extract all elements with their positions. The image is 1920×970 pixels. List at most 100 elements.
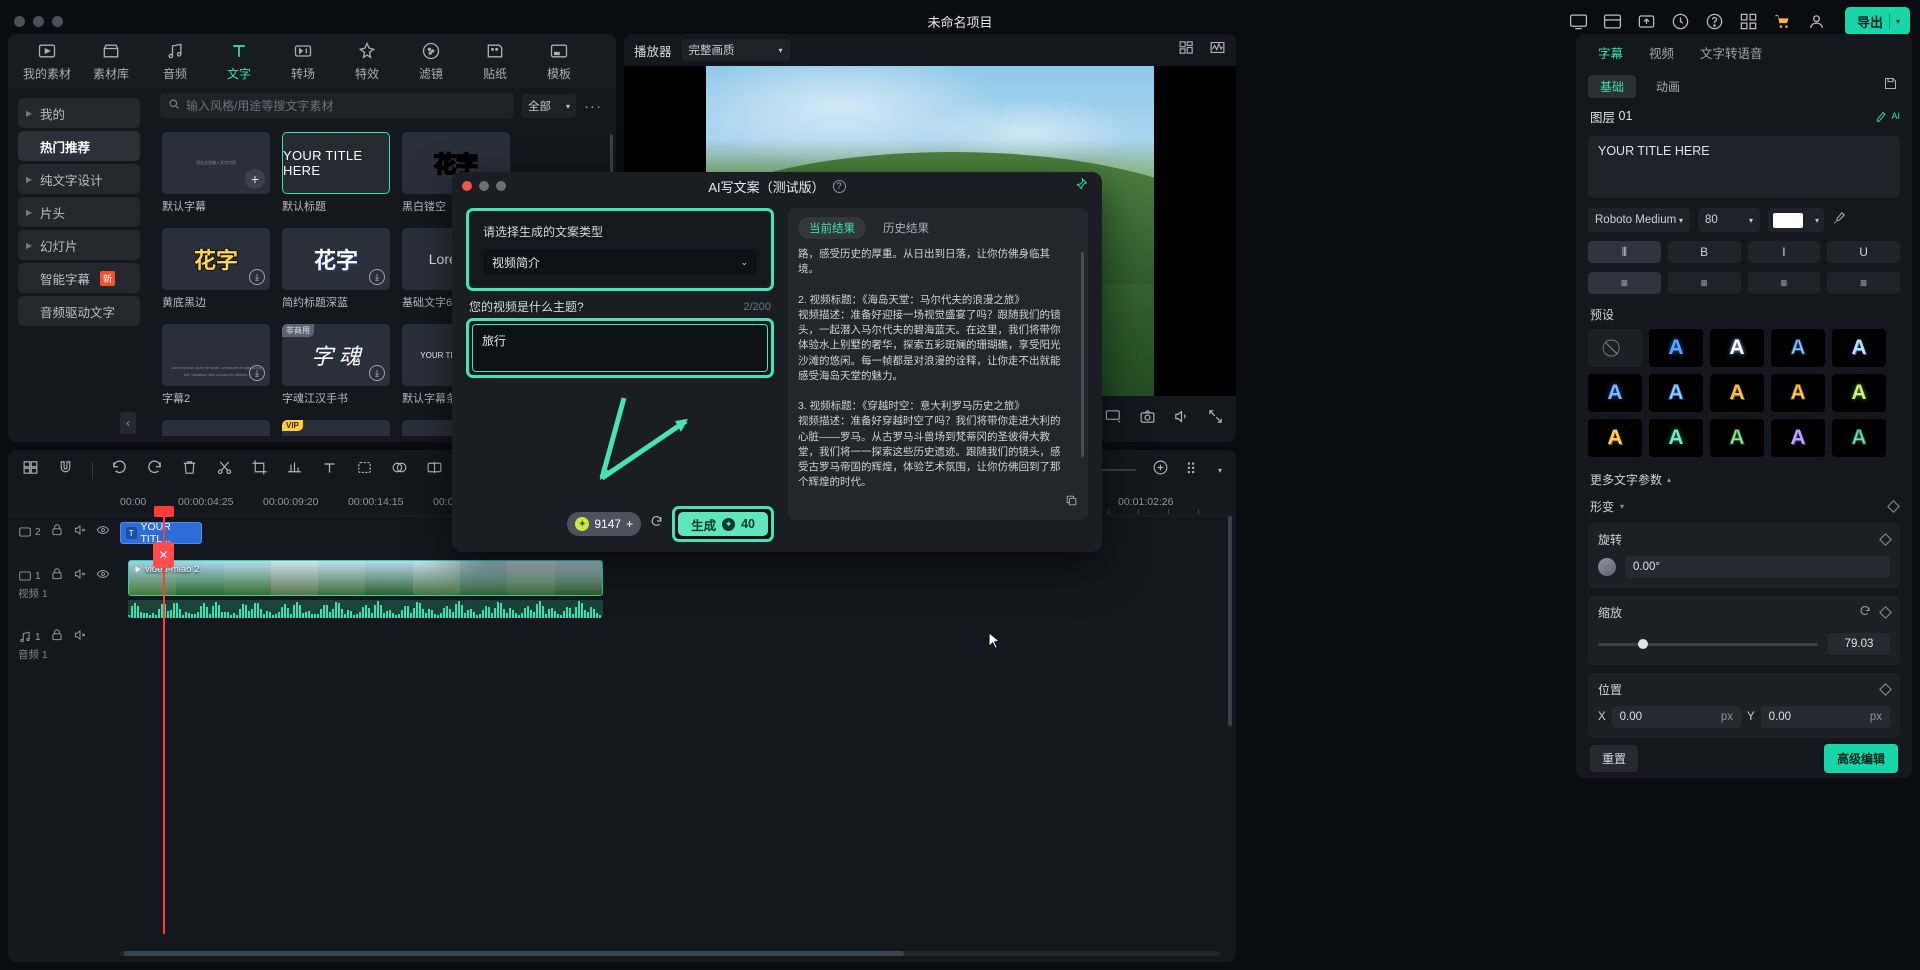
library-tab-audio[interactable]: 音频 xyxy=(150,40,200,82)
visibility-icon[interactable] xyxy=(96,567,110,586)
search-input[interactable] xyxy=(186,99,506,113)
template-cell[interactable]: 请在这里输入文字内容 + 默认字幕 xyxy=(162,132,270,214)
sidebar-item-hot[interactable]: 热门推荐 xyxy=(18,131,140,161)
timeline-hscrollbar-thumb[interactable] xyxy=(124,951,904,956)
sidebar-item-text-design[interactable]: ▶ 纯文字设计 xyxy=(18,164,140,194)
sidebar-item-my[interactable]: ▶ 我的 xyxy=(18,98,140,128)
sidebar-item-smart-subtitle[interactable]: 智能字幕 新 xyxy=(18,263,140,293)
playhead[interactable]: ✕ xyxy=(163,510,165,934)
template-thumb[interactable]: VIP 在此输入文字 ⤓ xyxy=(282,420,390,436)
window-maximize-button[interactable] xyxy=(52,16,63,27)
tab-current-result[interactable]: 当前结果 xyxy=(798,217,866,239)
template-thumb[interactable]: 黄色描边花字 ⤓ xyxy=(162,420,270,436)
color-icon[interactable] xyxy=(391,459,408,481)
fullscreen-icon[interactable] xyxy=(1207,408,1224,430)
mute-icon[interactable] xyxy=(73,567,87,586)
bold-button[interactable]: B xyxy=(1668,241,1741,263)
keyframe-icon[interactable] xyxy=(1879,606,1892,619)
keyframe-icon[interactable] xyxy=(1879,533,1892,546)
download-icon[interactable]: ⤓ xyxy=(249,269,265,285)
preset-item[interactable]: A xyxy=(1710,419,1764,457)
align-center-icon[interactable]: ≡ xyxy=(1668,272,1741,294)
credits-badge[interactable]: ✦ 9147 + xyxy=(567,512,641,536)
window-controls[interactable] xyxy=(0,16,63,27)
user-avatar-icon[interactable] xyxy=(1807,11,1827,31)
sidebar-item-audio-text[interactable]: 音频驱动文字 xyxy=(18,296,140,326)
audio-clip[interactable] xyxy=(128,600,603,618)
pos-y-input[interactable]: 0.00 px xyxy=(1761,706,1890,728)
video-clip[interactable]: video-miao 2 xyxy=(128,560,603,596)
mirror-icon[interactable] xyxy=(426,459,443,481)
template-cell[interactable]: 花字 ⤓ 黄底黑边 xyxy=(162,228,270,310)
align-justify-icon[interactable]: ≡ xyxy=(1827,272,1900,294)
quality-dropdown[interactable]: 完整画质 ▾ xyxy=(682,39,790,61)
track-settings-icon[interactable] xyxy=(1185,459,1202,481)
color-swatch[interactable] xyxy=(1773,213,1803,228)
filter-dropdown[interactable]: 全部 ▾ xyxy=(522,94,576,118)
library-tab-stock[interactable]: 素材库 xyxy=(86,40,136,82)
delete-icon[interactable] xyxy=(181,459,198,481)
visibility-icon[interactable] xyxy=(96,523,110,542)
crop-icon[interactable] xyxy=(251,459,268,481)
download-icon[interactable]: ⤓ xyxy=(369,365,385,381)
cut-icon[interactable] xyxy=(216,459,233,481)
mute-icon[interactable] xyxy=(73,628,87,647)
template-cell[interactable]: 黄色描边花字 ⤓ 黄色描边花字 xyxy=(162,420,270,436)
rotate-dial[interactable] xyxy=(1598,558,1616,576)
rotate-value[interactable]: 0.00° xyxy=(1625,556,1890,578)
more-text-params-toggle[interactable]: 更多文字参数 ▴ xyxy=(1576,457,1912,488)
preset-item[interactable]: A xyxy=(1649,329,1703,367)
library-tab-template[interactable]: 模板 xyxy=(534,40,584,82)
text-clip[interactable]: T YOUR TITL... xyxy=(120,522,202,544)
cloud-upload-icon[interactable] xyxy=(1637,11,1657,31)
pin-icon[interactable] xyxy=(1074,177,1088,196)
library-tab-my-media[interactable]: 我的素材 xyxy=(22,40,72,82)
monitor-icon[interactable] xyxy=(1105,408,1122,430)
preset-item[interactable]: A xyxy=(1771,329,1825,367)
save-preset-icon[interactable] xyxy=(1883,76,1898,96)
font-family-dropdown[interactable]: Roboto Medium ▾ xyxy=(1588,208,1690,232)
lock-icon[interactable] xyxy=(50,523,64,542)
marker-x-icon[interactable]: ✕ xyxy=(153,542,174,568)
pos-x-input[interactable]: 0.00 px xyxy=(1612,706,1741,728)
preset-item[interactable]: A xyxy=(1771,374,1825,412)
preset-item[interactable]: A xyxy=(1832,329,1886,367)
template-thumb-selected[interactable]: YOUR TITLE HERE xyxy=(282,132,390,194)
library-tab-transition[interactable]: 转场 xyxy=(278,40,328,82)
speed-icon[interactable] xyxy=(286,459,303,481)
collapse-sidebar-button[interactable]: ‹ xyxy=(120,412,136,434)
mask-icon[interactable] xyxy=(356,459,373,481)
waveform-icon[interactable] xyxy=(1209,39,1226,61)
template-thumb[interactable]: 花字 ⤓ xyxy=(282,228,390,290)
library-tab-filter[interactable]: 滤镜 xyxy=(406,40,456,82)
result-scrollbar[interactable] xyxy=(1081,252,1084,457)
tab-history-result[interactable]: 历史结果 xyxy=(872,217,940,239)
export-button[interactable]: 导出 ▾ xyxy=(1845,7,1910,35)
template-cell[interactable]: Lorem ipsum dolor sit amet, consectetur … xyxy=(162,324,270,406)
sub-tab-animation[interactable]: 动画 xyxy=(1644,75,1692,98)
preset-item[interactable]: A xyxy=(1649,419,1703,457)
chevron-down-icon[interactable]: ▾ xyxy=(1896,17,1900,26)
preset-item[interactable]: A xyxy=(1832,419,1886,457)
grid-view-icon[interactable] xyxy=(1178,39,1195,61)
scale-value[interactable]: 79.03 xyxy=(1828,633,1890,655)
template-thumb[interactable]: 非商用 字 魂 ⤓ xyxy=(282,324,390,386)
monitor-icon[interactable] xyxy=(1569,11,1589,31)
template-cell[interactable]: YOUR TITLE HERE 默认标题 xyxy=(282,132,390,214)
search-box[interactable] xyxy=(160,93,514,119)
template-cell[interactable]: 非商用 字 魂 ⤓ 字魂江汉手书 xyxy=(282,324,390,406)
preset-item[interactable]: A xyxy=(1649,374,1703,412)
refresh-icon[interactable] xyxy=(650,515,663,533)
magnet-icon[interactable] xyxy=(57,459,74,481)
preset-item[interactable]: A xyxy=(1588,419,1642,457)
letter-spacing-icon[interactable]: ⦀ xyxy=(1588,241,1661,263)
cart-icon[interactable] xyxy=(1773,11,1793,31)
library-tab-text[interactable]: 文字 xyxy=(214,40,264,82)
keyframe-icon[interactable] xyxy=(1887,500,1900,513)
lock-icon[interactable] xyxy=(50,628,64,647)
credits-add-button[interactable]: + xyxy=(626,517,633,531)
preset-item[interactable]: A xyxy=(1710,374,1764,412)
align-left-icon[interactable]: ≡ xyxy=(1588,272,1661,294)
eyedropper-icon[interactable] xyxy=(1832,211,1846,230)
copy-icon[interactable] xyxy=(1065,494,1078,512)
